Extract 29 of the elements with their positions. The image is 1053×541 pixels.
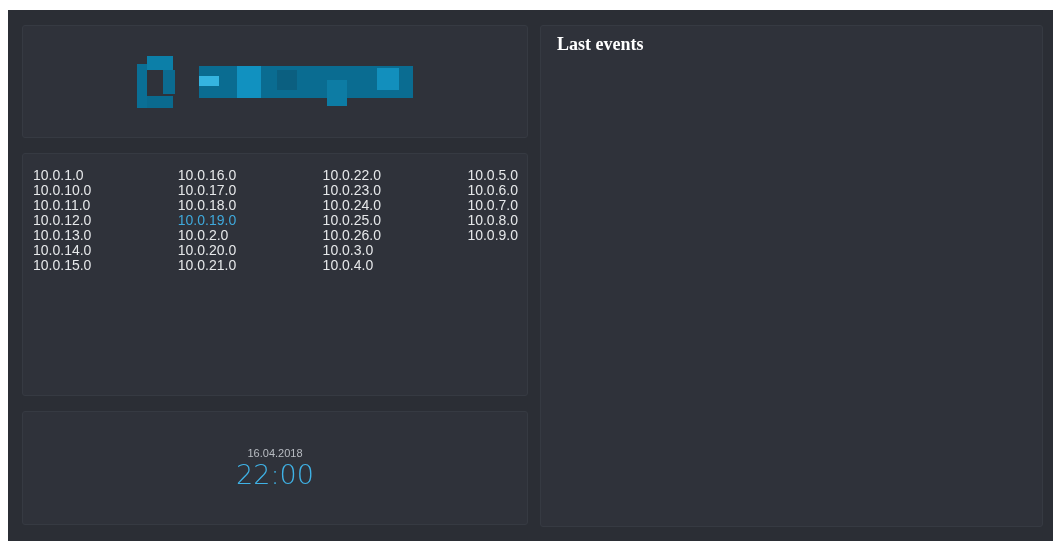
network-item[interactable]: 10.0.4.0 bbox=[322, 258, 374, 273]
network-item[interactable]: 10.0.8.0 bbox=[467, 213, 518, 228]
events-title: Last events bbox=[557, 34, 644, 55]
network-item[interactable]: 10.0.22.0 bbox=[322, 168, 381, 183]
network-item[interactable]: 10.0.1.0 bbox=[33, 168, 84, 183]
network-item[interactable]: 10.0.6.0 bbox=[467, 183, 518, 198]
network-item[interactable]: 10.0.11.0 bbox=[33, 198, 91, 213]
network-item[interactable]: 10.0.17.0 bbox=[177, 183, 237, 198]
network-item[interactable]: 10.0.12.0 bbox=[33, 213, 92, 228]
network-item[interactable]: 10.0.7.0 bbox=[467, 198, 518, 213]
network-item[interactable]: 10.0.10.0 bbox=[33, 183, 92, 198]
network-item[interactable]: 10.0.3.0 bbox=[322, 243, 374, 258]
network-item[interactable]: 10.0.21.0 bbox=[177, 258, 237, 273]
network-item[interactable]: 10.0.16.0 bbox=[177, 168, 237, 183]
time-label: 22:00 bbox=[236, 458, 314, 490]
network-item[interactable]: 10.0.9.0 bbox=[467, 228, 518, 243]
network-item[interactable]: 10.0.26.0 bbox=[322, 228, 381, 243]
network-item[interactable]: 10.0.14.0 bbox=[33, 243, 92, 258]
date-label: 16.04.2018 bbox=[247, 446, 303, 459]
network-item[interactable]: 10.0.5.0 bbox=[467, 168, 518, 183]
network-item[interactable]: 10.0.19.0 bbox=[177, 213, 237, 228]
network-item[interactable]: 10.0.2.0 bbox=[177, 228, 229, 243]
network-item[interactable]: 10.0.15.0 bbox=[33, 258, 92, 273]
network-item[interactable]: 10.0.23.0 bbox=[322, 183, 381, 198]
network-item[interactable]: 10.0.25.0 bbox=[322, 213, 381, 228]
network-item[interactable]: 10.0.24.0 bbox=[322, 198, 381, 213]
network-item[interactable]: 10.0.13.0 bbox=[33, 228, 92, 243]
network-item[interactable]: 10.0.18.0 bbox=[177, 198, 237, 213]
network-item[interactable]: 10.0.20.0 bbox=[177, 243, 237, 258]
